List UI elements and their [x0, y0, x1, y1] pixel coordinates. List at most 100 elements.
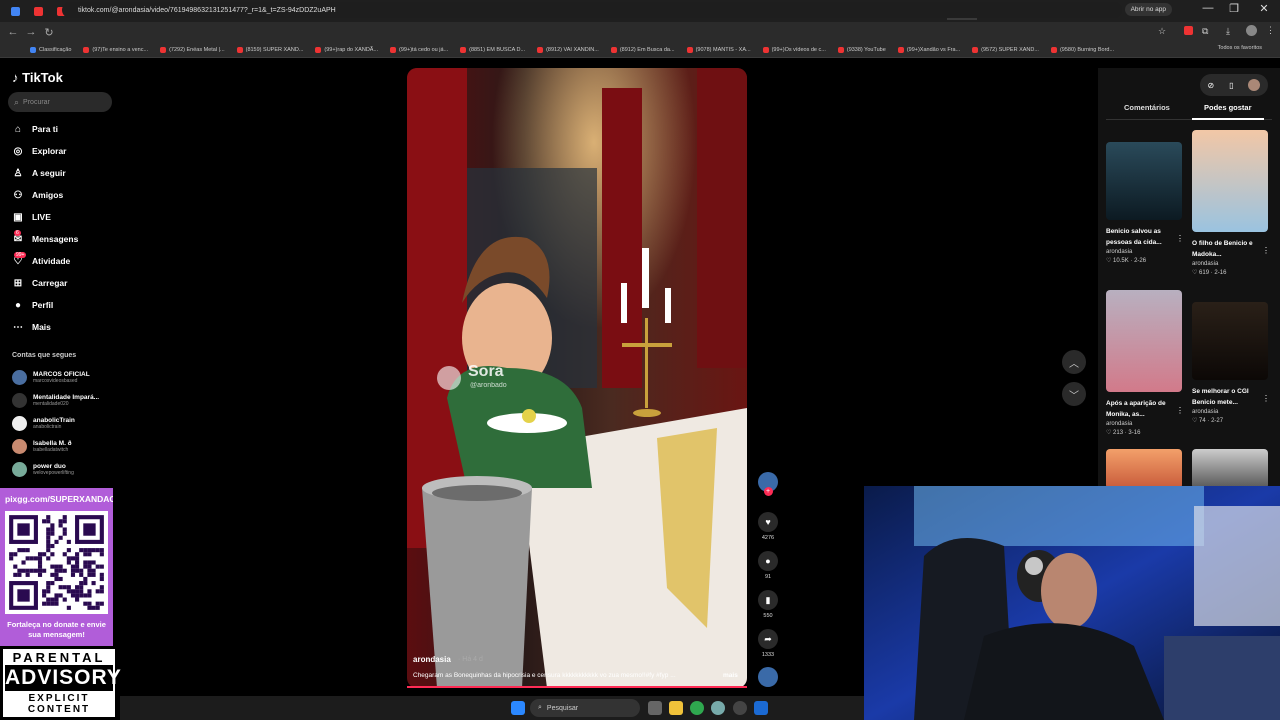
sidebar-item-following[interactable]: ♙ A seguir	[12, 167, 66, 179]
extension-icon[interactable]	[1184, 26, 1193, 35]
url-field[interactable]: tiktok.com/@arondasia/video/761949863213…	[62, 2, 1122, 18]
windows-start-icon[interactable]	[511, 701, 525, 715]
bookmark-item[interactable]: (9078) MANTIS - XA...	[686, 46, 751, 53]
more-options-icon[interactable]: ⋮	[1262, 394, 1270, 403]
following-account[interactable]: Isabella M. ð isabelladatwitch	[12, 439, 72, 454]
bookmark-item[interactable]: (9580) Burning Bord...	[1050, 46, 1114, 53]
qr-module	[58, 564, 63, 569]
qr-module	[50, 543, 55, 549]
tab-comments[interactable]: Comentários	[1124, 103, 1170, 112]
video-player[interactable]	[407, 68, 747, 688]
suggested-video-card[interactable]: Benicio salvou as pessoas da cida... aron…	[1106, 142, 1182, 264]
bookmark-label: (7292) Enéas Metal |...	[169, 46, 225, 53]
bookmark-item[interactable]: (99+)tá cedo ou já...	[390, 46, 448, 53]
compass-icon[interactable]: ⊘	[1207, 81, 1214, 90]
heart-icon: ♥	[758, 512, 778, 532]
bookmark-star-icon[interactable]: ☆	[1158, 26, 1166, 37]
phone-icon[interactable]: ▯	[1229, 81, 1233, 90]
task-view-icon[interactable]	[648, 701, 662, 715]
following-account[interactable]: MARCOS OFICIAL marcosvideosbased	[12, 370, 90, 385]
close-window-icon[interactable]: ✕	[1252, 2, 1276, 15]
sidebar-item-home[interactable]: ⌂ Para ti	[12, 123, 58, 135]
maximize-icon[interactable]: ❐	[1222, 2, 1246, 15]
bookmark-item[interactable]: (99+)rap do XANDÃ...	[315, 46, 378, 53]
search-icon: ⌕	[538, 704, 542, 711]
tab-you-may-like[interactable]: Podes gostar	[1204, 103, 1252, 112]
browser-tab[interactable]	[27, 2, 50, 20]
video-author[interactable]: arondasia	[413, 655, 451, 664]
sidebar-item-live[interactable]: ▣ LIVE	[12, 211, 51, 223]
all-favorites-link[interactable]: Todos os favoritos	[1218, 45, 1262, 51]
qr-module	[87, 593, 92, 598]
previous-video-button[interactable]: ︿	[1062, 350, 1086, 374]
forward-icon[interactable]: →	[22, 26, 40, 38]
profile-avatar[interactable]	[1246, 25, 1257, 36]
sidebar-item-messages[interactable]: ✉ Mensagens	[12, 233, 79, 245]
suggested-thumb-partial[interactable]	[1106, 449, 1182, 489]
caption-more-button[interactable]: mais	[723, 672, 738, 679]
more-options-icon[interactable]: ⋮	[1262, 246, 1270, 255]
save-button[interactable]: ▮ 550	[757, 590, 779, 619]
qr-module	[70, 589, 76, 594]
bookmark-item[interactable]: (8851) EM BUSCA D...	[460, 46, 525, 53]
obs-icon[interactable]	[733, 701, 747, 715]
menu-kebab-icon[interactable]: ⋮	[1266, 25, 1275, 36]
sora-watermark: Sora	[468, 363, 504, 380]
bookmark-item[interactable]: (9572) SUPER XAND...	[972, 46, 1039, 53]
steam-icon[interactable]	[754, 701, 768, 715]
share-button[interactable]: ➦ 1333	[757, 629, 779, 658]
qr-module	[33, 568, 38, 573]
more-options-icon[interactable]: ⋮	[1176, 234, 1184, 243]
downloads-icon[interactable]: ⤓	[1226, 26, 1230, 37]
bookmark-item[interactable]: Classificação	[30, 46, 71, 53]
user-avatar[interactable]	[1248, 79, 1261, 91]
more-options-icon[interactable]: ⋮	[1176, 406, 1184, 415]
sidebar-item-profile[interactable]: ● Perfil	[12, 299, 53, 311]
bookmark-item[interactable]: (9338) YouTube	[837, 46, 886, 53]
heart-icon: ♡	[1192, 418, 1200, 424]
next-video-button[interactable]: ﹀	[1062, 382, 1086, 406]
extensions-puzzle-icon[interactable]: ⧉	[1202, 26, 1208, 37]
post-date: 2-16	[1214, 270, 1227, 276]
suggested-video-card[interactable]: Se melhorar o CGI Benicio mete... arondas…	[1192, 302, 1268, 424]
sidebar-item-upload[interactable]: ⊞ Carregar	[12, 277, 68, 289]
minimize-icon[interactable]: —	[1196, 2, 1220, 14]
file-explorer-icon[interactable]	[669, 701, 683, 715]
settings-icon[interactable]	[711, 701, 725, 715]
sidebar-item-friends[interactable]: ⚇ Amigos	[12, 189, 64, 201]
suggested-thumb-partial[interactable]	[1192, 449, 1268, 489]
bookmark-item[interactable]: (99+)Os vídeos de c...	[762, 46, 826, 53]
back-icon[interactable]: ←	[4, 26, 22, 38]
video-progress-bar[interactable]	[407, 686, 747, 688]
following-account[interactable]: Mentalidade Impará... mentalidade020	[12, 393, 99, 408]
search-input[interactable]: ⌕ Procurar	[8, 92, 112, 112]
following-account[interactable]: power duo welovepowerlifting	[12, 462, 74, 477]
following-account[interactable]: anabolicTrain anabolictrain	[12, 416, 75, 431]
bookmark-item[interactable]: (8912) VAI XANDIN...	[537, 46, 599, 53]
bookmark-item[interactable]: (97)Te ensino a venc...	[83, 46, 148, 53]
bookmark-item[interactable]: (8912) Em Busca da...	[610, 46, 675, 53]
taskbar-search[interactable]: ⌕ Pesquisar	[530, 699, 640, 717]
reload-icon[interactable]: ↻	[40, 26, 58, 39]
heart-icon: ♡	[1192, 270, 1200, 276]
like-button[interactable]: ♥ 4276	[757, 512, 779, 541]
bookmark-item[interactable]: (8159) SUPER XAND...	[236, 46, 303, 53]
chrome-icon[interactable]	[690, 701, 704, 715]
suggested-video-card[interactable]: O filho de Benicio e Madoka... arondasia ♡…	[1192, 130, 1268, 276]
bookmark-item[interactable]: (7292) Enéas Metal |...	[160, 46, 225, 53]
account-handle: marcosvideosbased	[33, 378, 78, 384]
author-avatar-button[interactable]: +	[757, 472, 779, 496]
sound-avatar-button[interactable]	[757, 667, 779, 687]
sidebar-item-more[interactable]: ⋯ Mais	[12, 321, 51, 333]
sidebar-item-label: Explorar	[32, 146, 67, 156]
follow-plus-icon[interactable]: +	[763, 487, 773, 496]
tiktok-logo[interactable]: ♪ TikTok	[12, 70, 63, 85]
bookmark-item[interactable]: (99+)Xandão vs Fra...	[897, 46, 960, 53]
sidebar-item-compass[interactable]: ◎ Explorar	[12, 145, 67, 157]
browser-tab[interactable]	[4, 2, 27, 20]
open-app-button[interactable]: Abrir no app	[1124, 3, 1172, 16]
comment-button[interactable]: ● 91	[757, 551, 779, 580]
qr-module	[95, 601, 100, 606]
suggested-video-card[interactable]: Após a aparição de Monika, as... arondasi…	[1106, 290, 1182, 436]
qr-module	[79, 568, 84, 573]
